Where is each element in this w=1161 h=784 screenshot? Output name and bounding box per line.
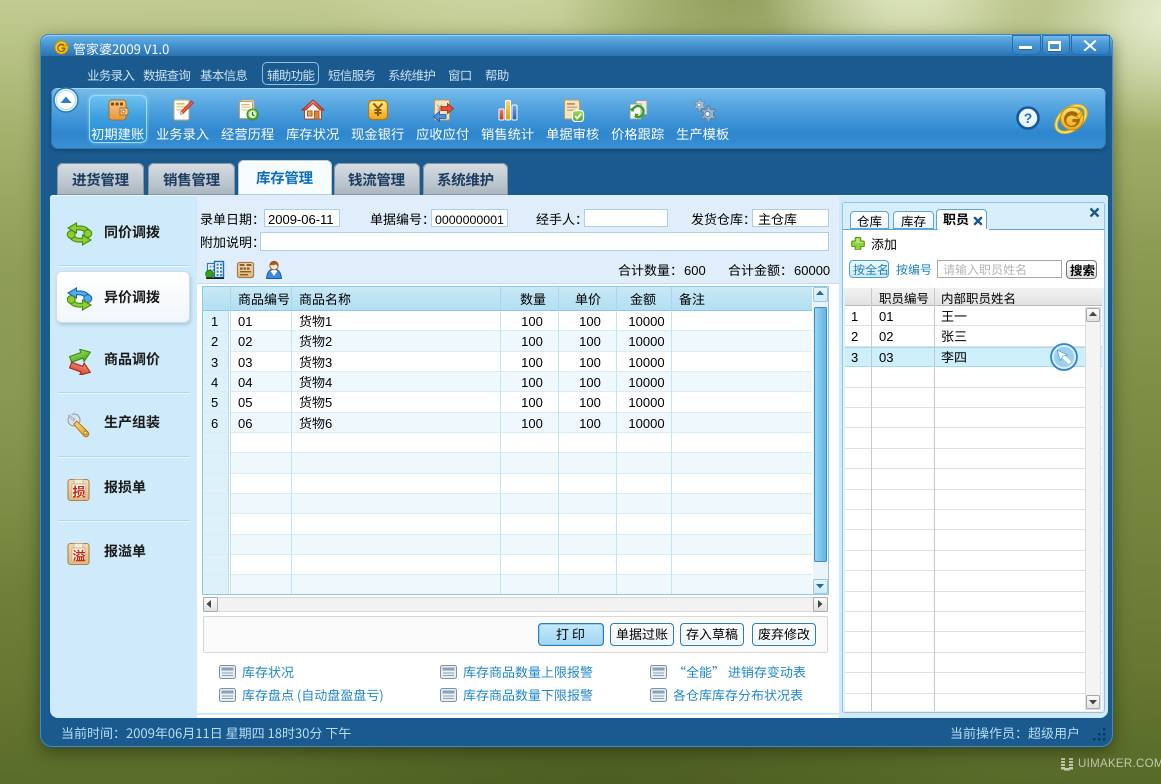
svg-text:?: ? — [1024, 110, 1033, 126]
